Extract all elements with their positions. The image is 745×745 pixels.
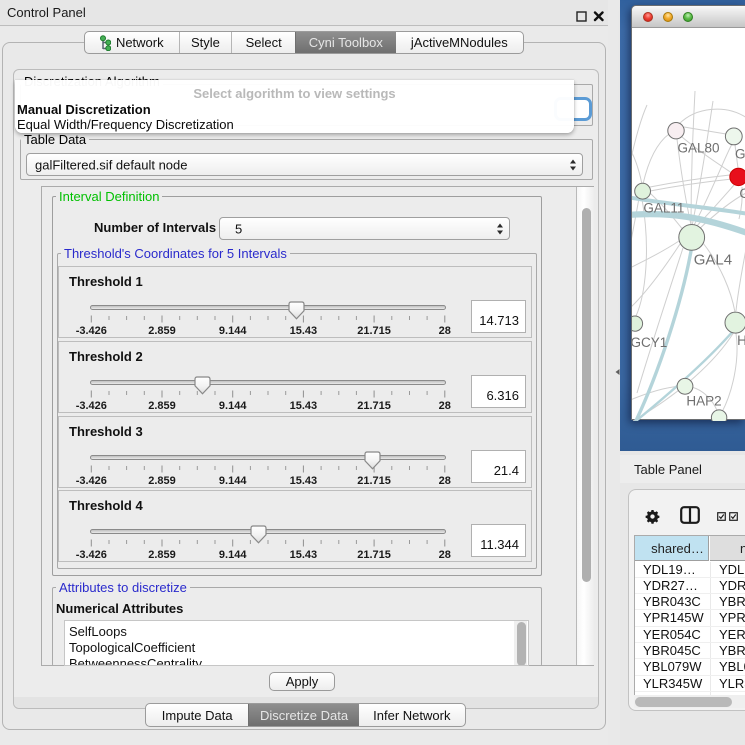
svg-text:GAL4: GAL4	[694, 251, 732, 268]
svg-text:GCY1: GCY1	[632, 335, 667, 350]
svg-text:HAP2: HAP2	[686, 394, 721, 409]
svg-text:GAL11: GAL11	[643, 201, 684, 216]
svg-text:GA: GA	[735, 147, 745, 162]
svg-text:GAL80: GAL80	[678, 141, 720, 156]
svg-text:C: C	[739, 186, 745, 201]
svg-text:HI: HI	[737, 333, 745, 348]
